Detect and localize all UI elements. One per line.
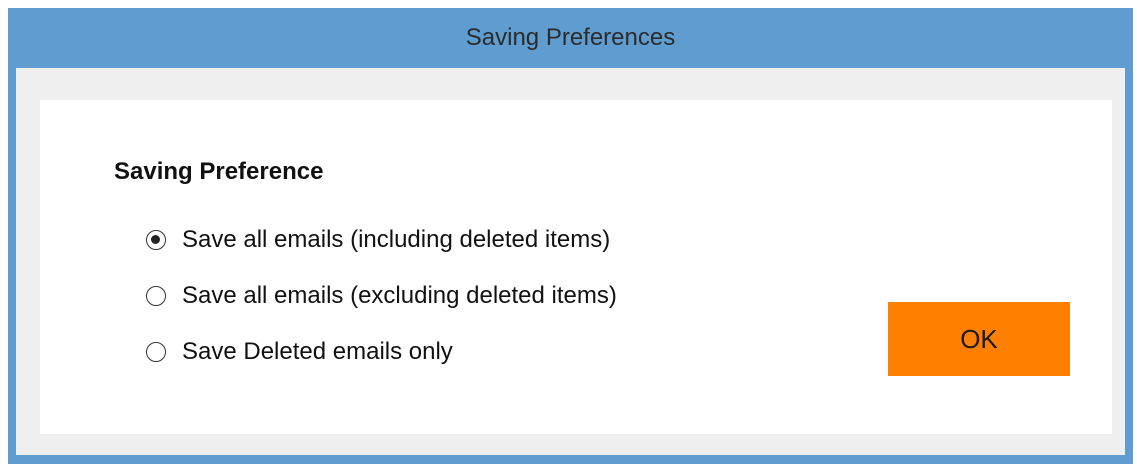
option-exclude-deleted[interactable]: Save all emails (excluding deleted items…	[146, 282, 617, 310]
dialog-client-area: Saving Preference Save all emails (inclu…	[16, 68, 1125, 455]
option-label: Save Deleted emails only	[182, 338, 453, 365]
radio-button[interactable]	[146, 286, 166, 306]
preferences-panel: Saving Preference Save all emails (inclu…	[40, 100, 1112, 434]
option-label: Save all emails (including deleted items…	[182, 226, 611, 253]
section-label: Saving Preference	[114, 158, 324, 185]
option-label: Save all emails (excluding deleted items…	[182, 282, 617, 309]
ok-button[interactable]: OK	[888, 302, 1070, 376]
title-bar[interactable]: Saving Preferences	[8, 8, 1133, 68]
saving-preferences-dialog: Saving Preferences Saving Preference Sav…	[8, 8, 1133, 464]
radio-button[interactable]	[146, 342, 166, 362]
option-include-deleted[interactable]: Save all emails (including deleted items…	[146, 226, 610, 254]
option-deleted-only[interactable]: Save Deleted emails only	[146, 338, 453, 366]
radio-button-selected[interactable]	[146, 230, 166, 250]
dialog-title: Saving Preferences	[465, 24, 676, 51]
